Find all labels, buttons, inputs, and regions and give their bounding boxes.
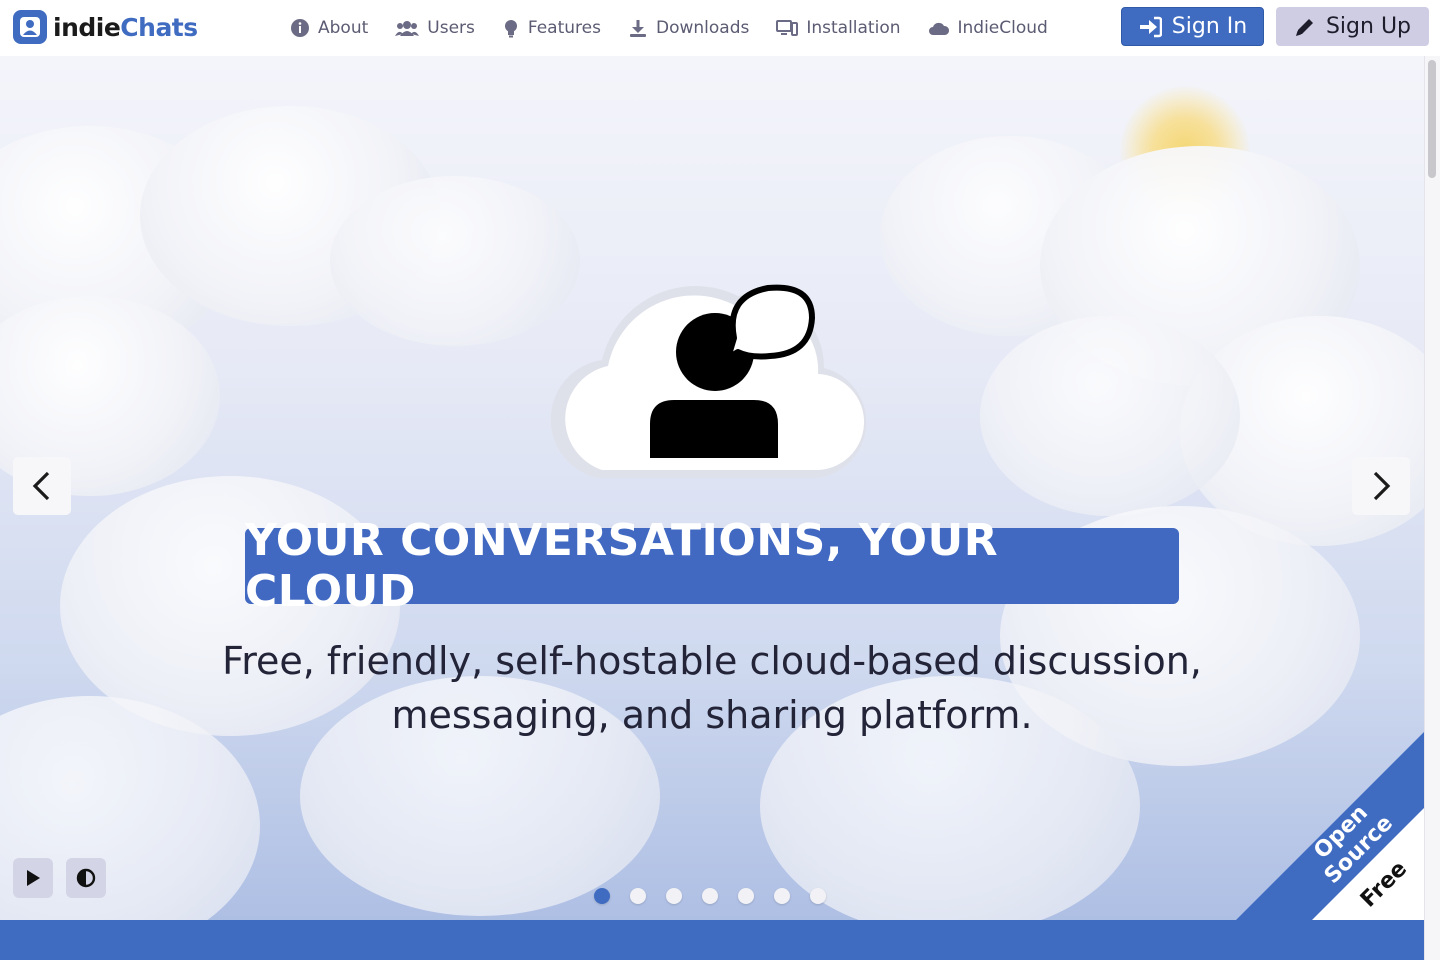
info-circle-icon	[291, 19, 309, 37]
hero-carousel: YOUR CONVERSATIONS, YOUR CLOUD Free, fri…	[0, 56, 1424, 920]
devices-icon	[776, 20, 799, 36]
sign-up-button[interactable]: Sign Up	[1276, 7, 1429, 46]
nav-users[interactable]: Users	[395, 18, 475, 38]
nav-indiecloud-label: IndieCloud	[957, 18, 1048, 38]
download-icon	[629, 20, 646, 37]
page-scrollbar[interactable]	[1424, 56, 1440, 960]
cloud-icon	[928, 22, 949, 35]
carousel-dot[interactable]	[738, 888, 754, 904]
nav-about[interactable]: About	[290, 18, 368, 38]
nav-features[interactable]: Features	[502, 18, 601, 38]
carousel-dot[interactable]	[702, 888, 718, 904]
carousel-dot[interactable]	[630, 888, 646, 904]
nav-installation-label: Installation	[806, 18, 901, 38]
carousel-dot[interactable]	[666, 888, 682, 904]
carousel-dot[interactable]	[810, 888, 826, 904]
nav-users-label: Users	[427, 18, 475, 38]
chevron-right-icon	[1373, 471, 1391, 501]
carousel-dot[interactable]	[774, 888, 790, 904]
sign-up-label: Sign Up	[1325, 14, 1412, 39]
chat-user-icon	[13, 10, 47, 44]
carousel-next-button[interactable]	[1352, 457, 1410, 515]
section-bar	[0, 920, 1424, 960]
chat-cloud-logo	[548, 256, 876, 482]
hero-subtitle-line1: Free, friendly, self-hostable cloud-base…	[222, 639, 1202, 683]
brand-logo[interactable]: indieChats	[13, 9, 198, 45]
sign-in-button[interactable]: Sign In	[1121, 7, 1264, 46]
carousel-dot[interactable]	[594, 888, 610, 904]
contrast-toggle-button[interactable]	[66, 858, 106, 898]
carousel-play-button[interactable]	[13, 858, 53, 898]
hero-subtitle-line2: messaging, and sharing platform.	[391, 693, 1033, 737]
carousel-prev-button[interactable]	[13, 457, 71, 515]
hero-subtitle: Free, friendly, self-hostable cloud-base…	[160, 634, 1264, 742]
carousel-indicators	[594, 888, 846, 904]
hero-tagline: YOUR CONVERSATIONS, YOUR CLOUD	[245, 515, 1179, 617]
main-nav: About Users Features Downloads Installat…	[290, 0, 1075, 56]
pencil-icon	[1295, 18, 1313, 36]
nav-indiecloud[interactable]: IndieCloud	[928, 18, 1048, 38]
top-navbar: indieChats About Users Features Download…	[0, 0, 1440, 56]
nav-about-label: About	[318, 18, 369, 38]
lightbulb-icon	[504, 20, 517, 38]
users-icon	[395, 21, 420, 36]
open-source-ribbon: Open Source Free	[1236, 732, 1424, 920]
nav-downloads-label: Downloads	[655, 18, 750, 38]
chevron-left-icon	[32, 471, 50, 501]
nav-installation[interactable]: Installation	[776, 18, 901, 38]
background-cloud	[980, 316, 1240, 516]
nav-features-label: Features	[527, 18, 601, 38]
sign-in-icon	[1139, 16, 1162, 37]
nav-downloads[interactable]: Downloads	[628, 18, 749, 38]
contrast-icon	[76, 868, 96, 888]
sign-in-label: Sign In	[1171, 14, 1248, 39]
scrollbar-thumb[interactable]	[1428, 60, 1436, 178]
background-cloud	[330, 176, 580, 346]
brand-name: indieChats	[53, 12, 198, 42]
play-icon	[27, 870, 40, 886]
